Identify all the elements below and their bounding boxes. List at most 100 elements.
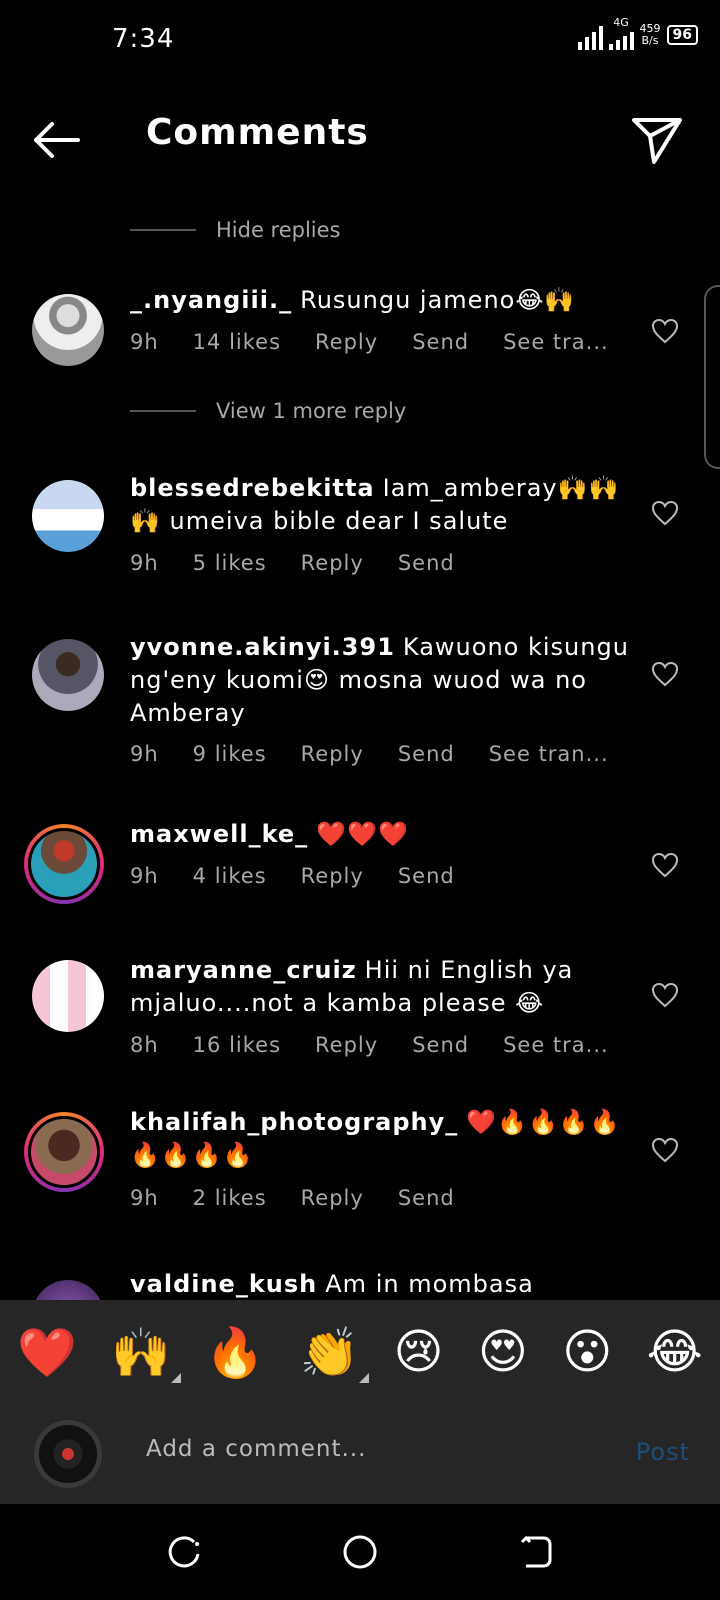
reaction-wow[interactable]: 😮	[562, 1324, 612, 1380]
comment-text: valdine_kushAm in mombasa anyone	[130, 1270, 630, 1300]
divider-line	[130, 410, 196, 412]
reaction-heart-eyes[interactable]: 😍	[478, 1324, 528, 1380]
send-button[interactable]: Send	[398, 864, 455, 888]
comment-username[interactable]: maryanne_cruiz	[130, 956, 357, 984]
send-button[interactable]: Send	[398, 551, 455, 575]
comment-username[interactable]: blessedrebekitta	[130, 474, 375, 502]
comment-text: _.nyangiii._ Rusungu jameno😂🙌	[130, 284, 630, 317]
reaction-laugh[interactable]: 😂	[647, 1324, 703, 1380]
comment-username[interactable]: valdine_kush	[130, 1270, 317, 1298]
comment-item: valdine_kushAm in mombasa anyone	[0, 1270, 720, 1300]
network-speed: 459 B/s	[639, 22, 661, 47]
comment-likes[interactable]: 9 likes	[193, 742, 267, 766]
comment-meta: 8h 16 likes Reply Send See tra...	[130, 1033, 643, 1057]
signal-icon	[577, 20, 603, 50]
comment-meta: 9h 4 likes Reply Send	[130, 864, 489, 888]
paper-plane-icon[interactable]	[628, 110, 686, 168]
skin-tone-indicator	[171, 1372, 182, 1383]
battery-icon: 96	[666, 25, 698, 45]
see-translation-button[interactable]: See tra...	[503, 330, 609, 354]
heart-outline-icon[interactable]	[651, 982, 679, 1008]
send-button[interactable]: Send	[412, 1033, 469, 1057]
reply-button[interactable]: Reply	[301, 551, 364, 575]
home-icon[interactable]	[340, 1532, 380, 1572]
send-button[interactable]: Send	[398, 1186, 455, 1210]
comment-username[interactable]: _.nyangiii._	[130, 286, 292, 314]
comment-text: khalifah_photography_ ❤️🔥🔥🔥🔥 🔥🔥🔥🔥	[130, 1106, 630, 1172]
comment-composer: Add a comment... Post	[0, 1404, 720, 1504]
reply-button[interactable]: Reply	[301, 1186, 364, 1210]
hide-replies-button[interactable]: Hide replies	[130, 218, 341, 242]
comment-time: 8h	[130, 1033, 159, 1057]
header: Comments	[0, 100, 720, 180]
reaction-heart[interactable]: ❤️	[17, 1324, 77, 1381]
avatar[interactable]	[32, 1280, 104, 1300]
reply-button[interactable]: Reply	[301, 742, 364, 766]
reaction-clap-glyph: 👏	[299, 1324, 360, 1381]
status-icons: 4G 459 B/s 96	[577, 17, 698, 50]
signal-4g-icon: 4G	[608, 17, 634, 50]
comment-username[interactable]: yvonne.akinyi.391	[130, 633, 395, 661]
comment-likes[interactable]: 16 likes	[193, 1033, 281, 1057]
avatar-image	[28, 828, 100, 900]
comment-time: 9h	[130, 1186, 159, 1210]
reply-button[interactable]: Reply	[315, 330, 378, 354]
comment-meta: 9h 5 likes Reply Send	[130, 551, 489, 575]
avatar[interactable]	[32, 480, 104, 552]
heart-outline-icon[interactable]	[651, 318, 679, 344]
comment-text: yvonne.akinyi.391 Kawuono kisungu ng'eny …	[130, 631, 630, 730]
reaction-raised-hands[interactable]: 🙌	[111, 1324, 182, 1383]
comment-username[interactable]: maxwell_ke_	[130, 820, 308, 848]
comment-likes[interactable]: 2 likes	[193, 1186, 267, 1210]
avatar[interactable]	[24, 1112, 104, 1192]
comment-likes[interactable]: 14 likes	[193, 330, 281, 354]
view-more-replies-button[interactable]: View 1 more reply	[130, 399, 406, 423]
comment-time: 9h	[130, 864, 159, 888]
avatar[interactable]	[32, 960, 104, 1032]
heart-outline-icon[interactable]	[651, 661, 679, 687]
comment-input[interactable]: Add a comment...	[146, 1436, 366, 1462]
comment-text: blessedrebekitta Iam_amberay🙌🙌🙌 umeiva bi…	[130, 472, 630, 538]
reply-button[interactable]: Reply	[315, 1033, 378, 1057]
divider-line	[130, 229, 196, 231]
clock: 7:34	[112, 24, 175, 54]
heart-outline-icon[interactable]	[651, 852, 679, 878]
avatar[interactable]	[32, 294, 104, 366]
comment-time: 9h	[130, 330, 159, 354]
system-nav-bar	[0, 1504, 720, 1600]
status-bar: 7:34 4G 459 B/s 96	[0, 0, 720, 80]
reaction-fire[interactable]: 🔥	[205, 1324, 265, 1381]
skin-tone-indicator	[359, 1372, 370, 1383]
my-avatar	[34, 1420, 102, 1488]
page-title: Comments	[146, 112, 369, 153]
avatar[interactable]	[24, 824, 104, 904]
comment-text: maryanne_cruiz Hii ni English ya mjaluo..…	[130, 954, 630, 1020]
comment-text: maxwell_ke_ ❤️❤️❤️	[130, 818, 630, 851]
comment-likes[interactable]: 5 likes	[193, 551, 267, 575]
scrollbar[interactable]	[704, 285, 720, 469]
see-translation-button[interactable]: See tran...	[489, 742, 609, 766]
reaction-raised-hands-glyph: 🙌	[111, 1324, 172, 1381]
reaction-cry[interactable]: 😢	[394, 1324, 444, 1380]
comment-meta: 9h 14 likes Reply Send See tra...	[130, 330, 643, 354]
reaction-clap[interactable]: 👏	[299, 1324, 370, 1383]
see-translation-button[interactable]: See tra...	[503, 1033, 609, 1057]
post-button[interactable]: Post	[636, 1438, 690, 1466]
send-button[interactable]: Send	[412, 330, 469, 354]
comment-likes[interactable]: 4 likes	[193, 864, 267, 888]
avatar-image	[28, 1116, 100, 1188]
heart-outline-icon[interactable]	[651, 1137, 679, 1163]
recent-apps-icon[interactable]	[164, 1532, 204, 1572]
comment-time: 9h	[130, 742, 159, 766]
reply-button[interactable]: Reply	[301, 864, 364, 888]
comment-body: Rusungu jameno😂🙌	[300, 286, 576, 314]
comment-meta: 9h 9 likes Reply Send See tran...	[130, 742, 643, 766]
arrow-left-icon[interactable]	[28, 112, 84, 168]
comment-username[interactable]: khalifah_photography_	[130, 1108, 458, 1136]
send-button[interactable]: Send	[398, 742, 455, 766]
avatar[interactable]	[32, 639, 104, 711]
view-more-replies-label: View 1 more reply	[216, 399, 407, 423]
comment-meta: 9h 2 likes Reply Send	[130, 1186, 489, 1210]
back-nav-icon[interactable]	[516, 1532, 556, 1572]
heart-outline-icon[interactable]	[651, 500, 679, 526]
